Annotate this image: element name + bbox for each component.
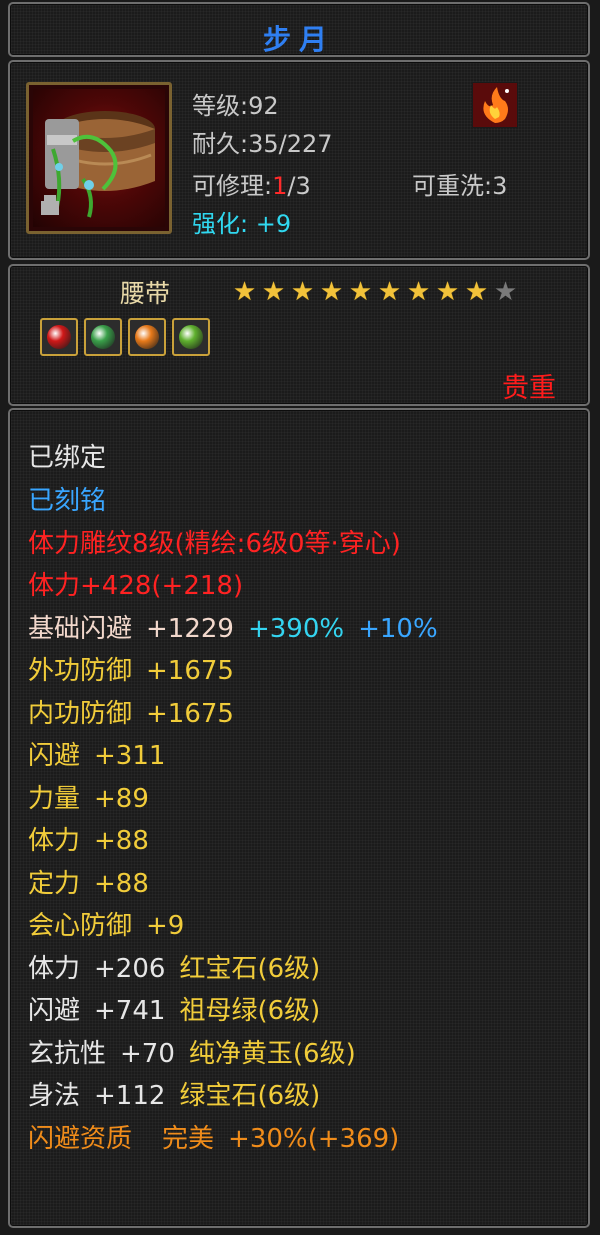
inner-defense-label: 内功防御 xyxy=(28,699,133,729)
gem-icon xyxy=(47,325,71,349)
gem2-value: +741 xyxy=(94,996,166,1026)
repair-text: 可修理:1/3 xyxy=(192,166,311,201)
strength-line: 力量 +89 xyxy=(28,783,149,815)
gem-icon xyxy=(179,325,203,349)
gem4-name: 绿宝石(6级) xyxy=(179,1081,321,1111)
aptitude-label: 闪避资质 xyxy=(28,1124,133,1154)
gem1-stat: 体力 xyxy=(28,954,81,984)
strength-value: +89 xyxy=(94,784,149,814)
fire-element-icon xyxy=(472,82,518,128)
aptitude-grade: 完美 xyxy=(162,1124,215,1154)
gem-icon xyxy=(91,325,115,349)
gem3-line: 玄抗性 +70 纯净黄玉(6级) xyxy=(28,1038,356,1070)
dodge-line: 闪避 +311 xyxy=(28,740,165,772)
attributes-panel: 已绑定 已刻铭 体力雕纹8级(精绘:6级0等·穿心) 体力+428(+218) … xyxy=(8,408,590,1228)
item-type: 腰带 xyxy=(120,279,171,308)
reroll-text: 可重洗:3 xyxy=(412,172,508,200)
star-rating: ★ ★ ★ ★ ★ ★ ★ ★ ★ ★ xyxy=(230,279,520,305)
gem-socket[interactable] xyxy=(84,318,122,356)
star-filled-icon: ★ xyxy=(232,277,257,307)
quality-label: 贵重 xyxy=(502,373,556,404)
base-dodge-bonus2: +10% xyxy=(358,614,438,644)
gem-socket[interactable] xyxy=(128,318,166,356)
base-dodge-value: +1229 xyxy=(146,614,234,644)
level-text: 等级:92 xyxy=(192,92,279,120)
star-empty-icon: ★ xyxy=(493,277,518,307)
bound-status: 已绑定 xyxy=(28,443,107,473)
gem2-stat: 闪避 xyxy=(28,996,81,1026)
stamina-value: +88 xyxy=(94,826,149,856)
repair-used: 1 xyxy=(272,172,288,200)
stamina-line: 体力 +88 xyxy=(28,825,149,857)
gem4-line: 身法 +112 绿宝石(6级) xyxy=(28,1080,320,1112)
star-filled-icon: ★ xyxy=(435,277,460,307)
belt-icon xyxy=(33,89,165,227)
strength-label: 力量 xyxy=(28,784,81,814)
inner-defense-line: 内功防御 +1675 xyxy=(28,698,234,730)
dodge-label: 闪避 xyxy=(28,741,81,771)
gem1-value: +206 xyxy=(94,954,166,984)
gem-sockets xyxy=(40,318,210,356)
aptitude-value: +30%(+369) xyxy=(228,1124,400,1154)
inner-defense-value: +1675 xyxy=(146,699,234,729)
base-dodge-line: 基础闪避 +1229 +390% +10% xyxy=(28,613,438,645)
gem1-line: 体力 +206 红宝石(6级) xyxy=(28,953,320,985)
item-icon-slot[interactable] xyxy=(26,82,172,234)
focus-line: 定力 +88 xyxy=(28,868,149,900)
gem3-stat: 玄抗性 xyxy=(28,1039,107,1069)
gem3-name: 纯净黄玉(6级) xyxy=(188,1039,356,1069)
engraved-status: 已刻铭 xyxy=(28,486,107,516)
star-filled-icon: ★ xyxy=(348,277,373,307)
gem2-name: 祖母绿(6级) xyxy=(179,996,321,1026)
focus-label: 定力 xyxy=(28,869,81,899)
gem3-value: +70 xyxy=(120,1039,175,1069)
gem-icon xyxy=(135,325,159,349)
base-dodge-bonus1: +390% xyxy=(247,614,345,644)
outer-defense-label: 外功防御 xyxy=(28,656,133,686)
star-filled-icon: ★ xyxy=(261,277,286,307)
repair-prefix: 可修理: xyxy=(192,172,273,200)
dodge-value: +311 xyxy=(94,741,166,771)
gem1-name: 红宝石(6级) xyxy=(179,954,321,984)
gem-socket[interactable] xyxy=(172,318,210,356)
star-filled-icon: ★ xyxy=(464,277,489,307)
enhance-text: 强化: +9 xyxy=(192,210,292,238)
stamina-label: 体力 xyxy=(28,826,81,856)
focus-value: +88 xyxy=(94,869,149,899)
aptitude-line: 闪避资质 完美 +30%(+369) xyxy=(28,1123,399,1155)
item-type-panel: 腰带 ★ ★ ★ ★ ★ ★ ★ ★ ★ ★ 贵重 xyxy=(8,264,590,406)
carving-line: 体力雕纹8级(精绘:6级0等·穿心) xyxy=(28,529,401,559)
outer-defense-value: +1675 xyxy=(146,656,234,686)
title-bar: 步月 xyxy=(8,2,590,57)
gem2-line: 闪避 +741 祖母绿(6级) xyxy=(28,995,320,1027)
crit-defense-line: 会心防御 +9 xyxy=(28,910,184,942)
gem-socket[interactable] xyxy=(40,318,78,356)
crit-defense-label: 会心防御 xyxy=(28,911,133,941)
gem4-stat: 身法 xyxy=(28,1081,81,1111)
star-filled-icon: ★ xyxy=(319,277,344,307)
outer-defense-line: 外功防御 +1675 xyxy=(28,655,234,687)
stamina-total-line: 体力+428(+218) xyxy=(28,571,244,601)
item-name: 步月 xyxy=(262,23,335,56)
base-dodge-label: 基础闪避 xyxy=(28,614,133,644)
star-filled-icon: ★ xyxy=(406,277,431,307)
item-tooltip: 步月 等级:92 耐久:35/227 可修理:1/3 可重洗:3 强化: +9 … xyxy=(0,0,600,1235)
gem4-value: +112 xyxy=(94,1081,166,1111)
crit-defense-value: +9 xyxy=(146,911,185,941)
star-filled-icon: ★ xyxy=(290,277,315,307)
star-filled-icon: ★ xyxy=(377,277,402,307)
item-info-panel: 等级:92 耐久:35/227 可修理:1/3 可重洗:3 强化: +9 xyxy=(8,60,590,260)
repair-total: /3 xyxy=(287,172,311,200)
durability-text: 耐久:35/227 xyxy=(192,130,333,158)
